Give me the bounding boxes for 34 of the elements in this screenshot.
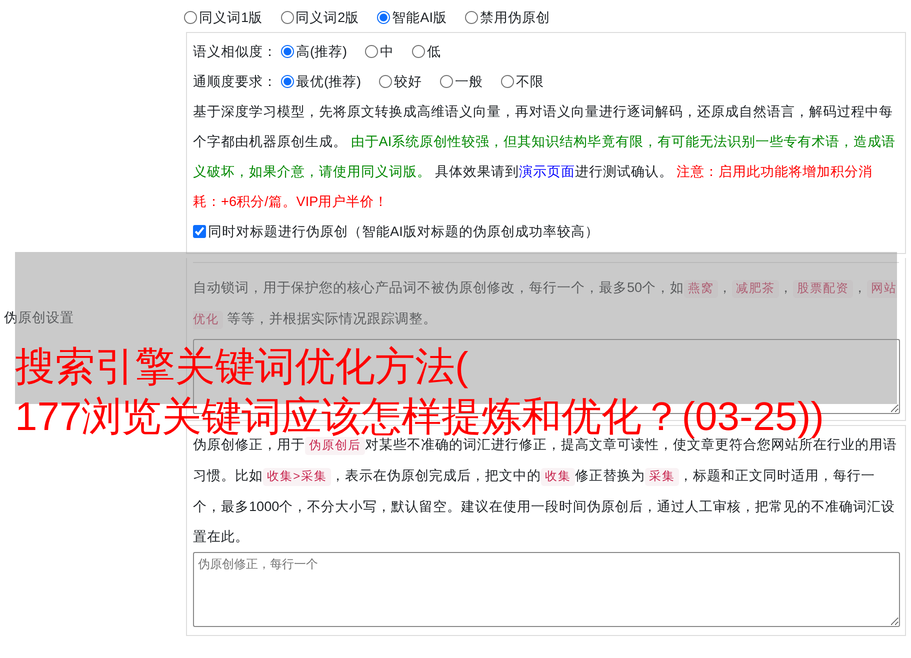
option-label: 同时对标题进行伪原创（智能AI版对标题的伪原创成功率较高） <box>208 224 599 240</box>
radio-button[interactable] <box>464 11 478 24</box>
radio-button[interactable] <box>280 11 294 24</box>
field-label: 通顺度要求： <box>193 74 277 90</box>
section-label: 伪原创设置 <box>3 309 74 327</box>
option-label: 低 <box>427 44 442 60</box>
option-label: 一般 <box>455 74 484 90</box>
overlay-title-line: 177浏览关键词应该怎样提炼和优化？(03-25)) <box>15 394 824 439</box>
radio-button[interactable] <box>412 45 426 58</box>
option-label: 智能AI版 <box>392 10 447 25</box>
option-label: 中 <box>380 44 394 60</box>
option-label: 最优(推荐) <box>296 74 362 90</box>
option-label: 高(推荐) <box>296 44 348 60</box>
option-label: 同义词1版 <box>199 10 263 25</box>
option-label: 同义词2版 <box>296 10 360 25</box>
option-label: 禁用伪原创 <box>480 10 550 25</box>
radio-button[interactable] <box>184 11 197 24</box>
description-text: 基于深度学习模型，先将原文转换成高维语义向量，再对语义向量进行逐词解码，还原成自然语言，解码过程中每个字都由机器原创生成。 由于AI系统原创性较强，但其知识结构毕竟有限，有可能无法识别一些专有术语，造成语义破坏，如果介意，请使用同义词版。 具体效果请到演示页面进行测试确认。 注意：启用此功能将增加积分消耗：+6积分/篇。VIP用户半价！ <box>193 103 897 212</box>
overlay-title-line: 搜索引擎关键词优化方法( <box>15 344 468 391</box>
description-text: 伪原创修正，用于 伪原创后 对某些不准确的词汇进行修正，提高文章可读性，使文章更符合您网站所在行业的用语习惯。比如 收集>采集 ，表示在伪原创完成后，把文中的 收集 修正替换为 采集 ，标题和正文同时适用，每行一个，最多1000个，不分大小写，默认留空。建议在使用一段时间伪原创后，通过人工审核，把常见的不准确词汇设置在此。 <box>193 437 898 546</box>
option-label: 较好 <box>394 74 422 90</box>
option-label: 不限 <box>516 74 544 90</box>
radio-button[interactable] <box>281 75 294 88</box>
radio-button[interactable] <box>501 75 514 88</box>
checkbox[interactable] <box>193 225 206 238</box>
description-text: 自动锁词，用于保护您的核心产品词不被伪原创修改，每行一个，最多50个，如 燕窝 ， 减肥茶 ， 股票配资 ， 网站优化 等等，并根据实际情况跟踪调整。 <box>193 279 898 332</box>
radio-button[interactable] <box>377 11 390 24</box>
demo-page-link[interactable]: 演示页面 <box>518 164 575 180</box>
corrections-field[interactable]: 伪原创修正，每行一个 <box>193 552 900 628</box>
radio-button[interactable] <box>281 45 294 58</box>
field-label: 语义相似度： <box>193 44 277 60</box>
radio-button[interactable] <box>440 75 454 88</box>
radio-button[interactable] <box>379 75 392 88</box>
radio-button[interactable] <box>365 45 378 58</box>
